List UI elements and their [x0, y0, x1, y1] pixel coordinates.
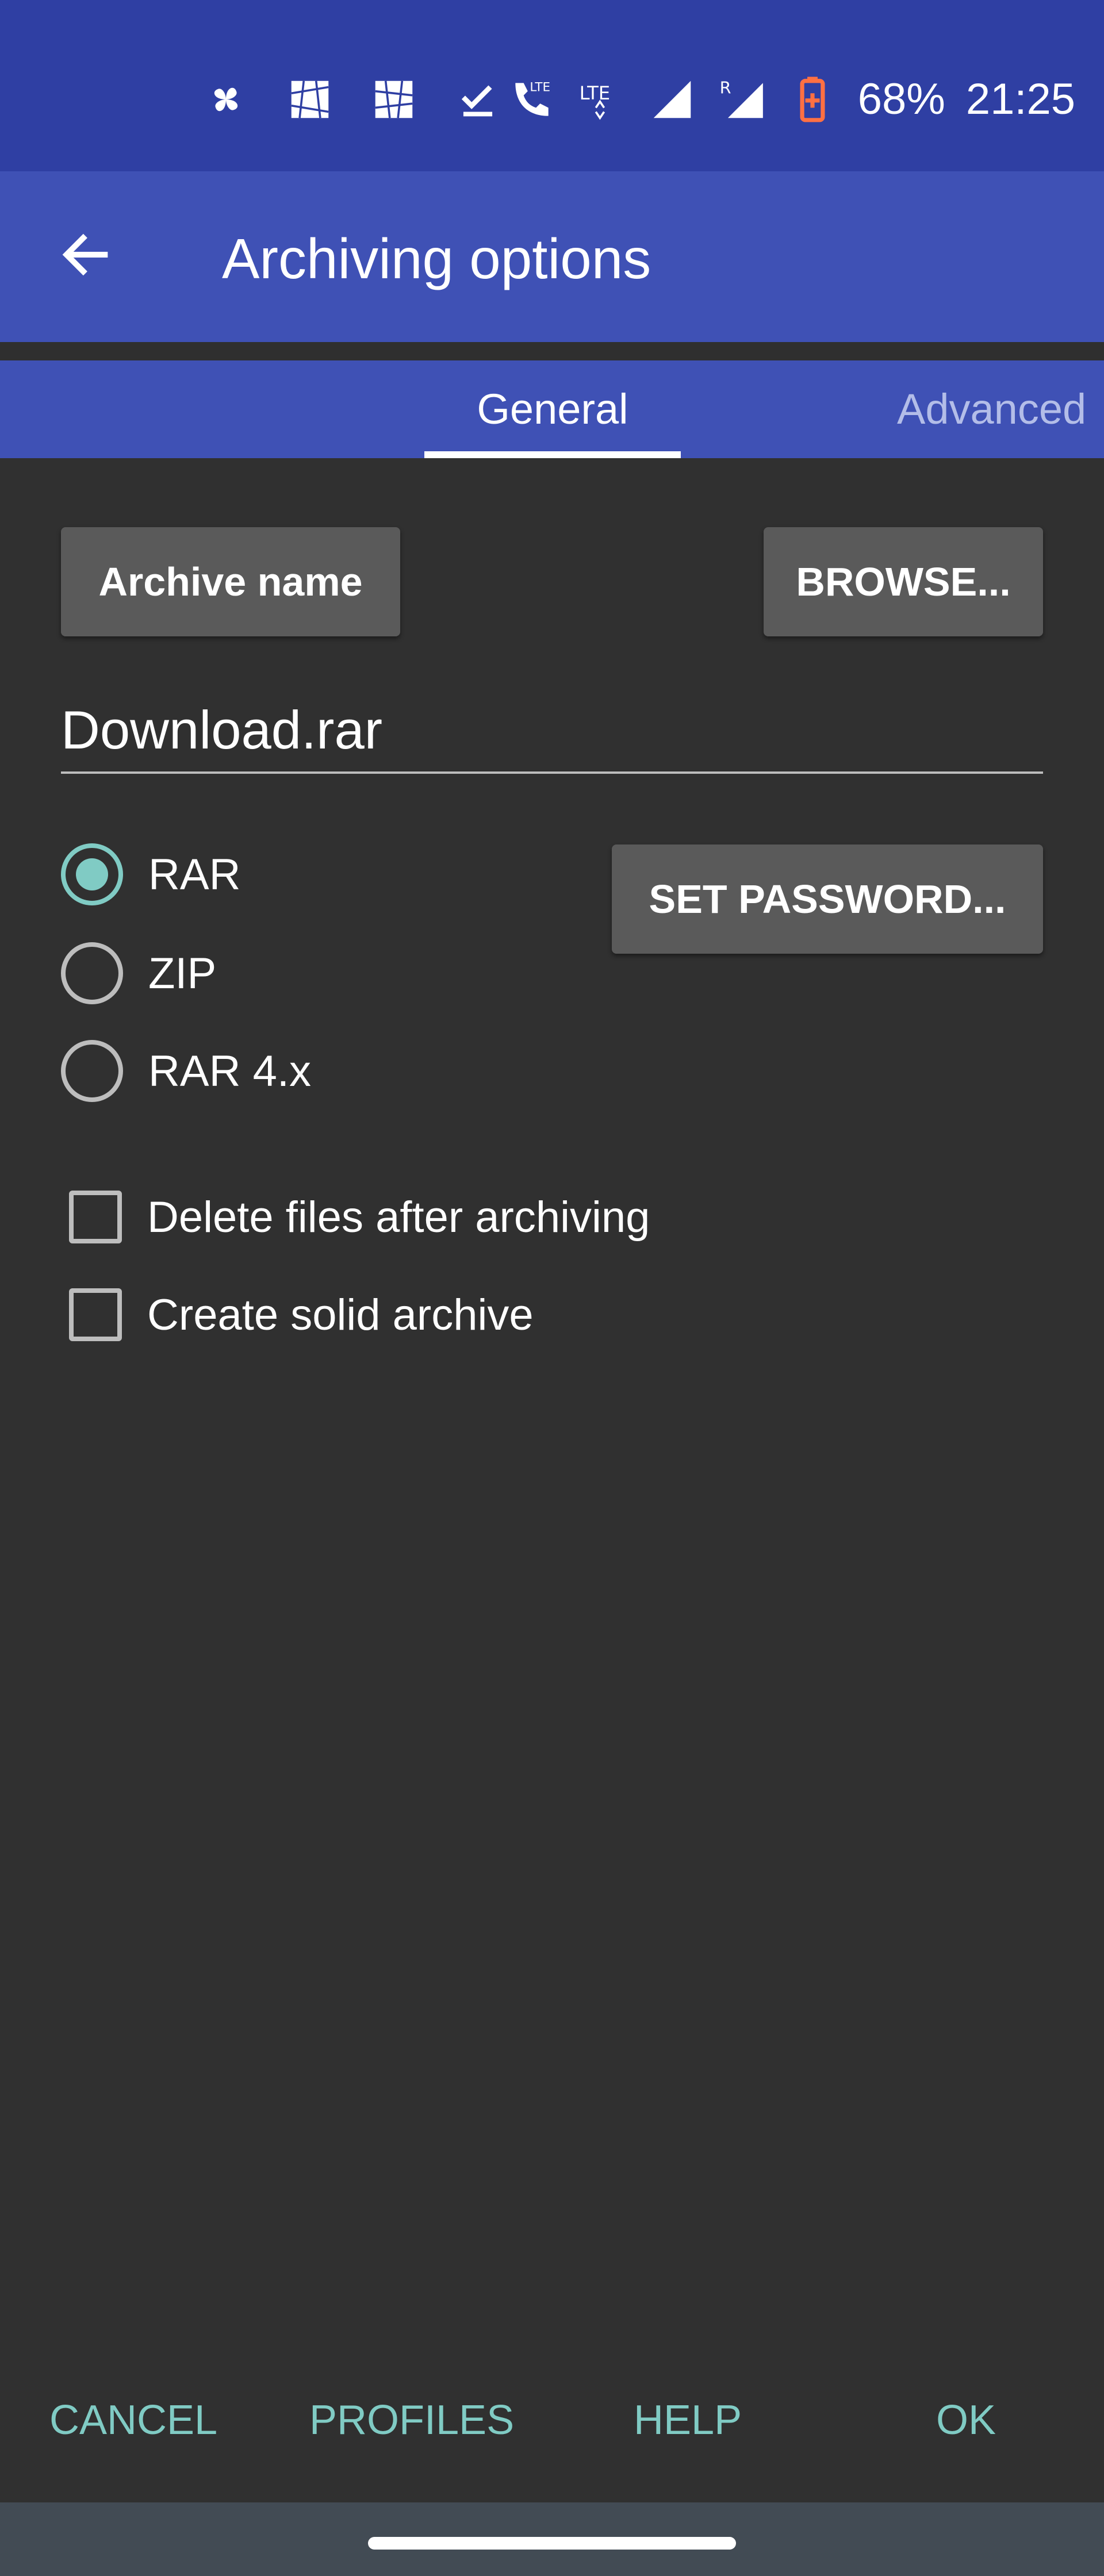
- tab-general[interactable]: General: [424, 360, 681, 458]
- delete-files-option[interactable]: Delete files after archiving: [61, 1180, 650, 1254]
- radio-label: RAR: [148, 850, 241, 899]
- svg-text:R: R: [719, 78, 731, 97]
- radio-button[interactable]: [61, 1040, 123, 1102]
- clock: 21:25: [965, 75, 1075, 124]
- battery-saver-icon: [800, 76, 825, 122]
- svg-text:LTE: LTE: [530, 80, 550, 95]
- checkbox[interactable]: [69, 1288, 122, 1341]
- help-button[interactable]: HELP: [634, 2380, 742, 2460]
- svg-text:LTE: LTE: [579, 82, 610, 104]
- radio-button[interactable]: [61, 942, 123, 1004]
- cancel-button[interactable]: CANCEL: [49, 2380, 217, 2460]
- roaming-signal-icon: R: [719, 78, 763, 118]
- format-radio-rar4[interactable]: RAR 4.x: [61, 1034, 311, 1108]
- checkbox[interactable]: [69, 1191, 122, 1243]
- tab-indicator: [424, 451, 681, 458]
- photo-icon: [291, 80, 329, 118]
- tab-bar: General Advanced: [0, 360, 1104, 458]
- solid-archive-option[interactable]: Create solid archive: [61, 1277, 534, 1352]
- battery-percent: 68%: [857, 75, 945, 124]
- page-title: Archiving options: [222, 227, 651, 290]
- divider: [0, 342, 1104, 360]
- navigation-bar: [0, 2502, 1104, 2576]
- photo-icon: [375, 80, 413, 118]
- signal-icon: [653, 80, 691, 118]
- lte-icon: LTE: [579, 82, 610, 120]
- app-bar: Archiving options: [0, 171, 1104, 342]
- profiles-button[interactable]: PROFILES: [309, 2380, 514, 2460]
- tab-label: General: [477, 385, 628, 433]
- set-password-button[interactable]: SET PASSWORD...: [612, 844, 1043, 954]
- home-handle[interactable]: [368, 2537, 736, 2550]
- browse-button[interactable]: BROWSE...: [764, 527, 1043, 636]
- radio-label: ZIP: [148, 949, 217, 998]
- volte-call-icon: LTE: [515, 80, 550, 116]
- checkmark-icon: [461, 85, 493, 117]
- checkbox-label: Create solid archive: [147, 1290, 534, 1339]
- system-status: LTE LTE R 68% 21:25: [507, 62, 1075, 137]
- checkbox-label: Delete files after archiving: [147, 1192, 650, 1242]
- arrow-left-icon: [62, 233, 108, 276]
- format-radio-rar[interactable]: RAR: [61, 837, 240, 912]
- archive-name-input[interactable]: Download.rar: [61, 696, 1043, 774]
- ok-button[interactable]: OK: [936, 2380, 996, 2460]
- notification-icons: [201, 62, 503, 137]
- back-button[interactable]: [48, 217, 123, 292]
- format-radio-zip[interactable]: ZIP: [61, 936, 216, 1011]
- archive-name-button[interactable]: Archive name: [61, 527, 400, 636]
- radio-button[interactable]: [61, 843, 123, 905]
- pinwheel-icon: [214, 87, 238, 112]
- tab-advanced[interactable]: Advanced: [897, 360, 1086, 458]
- tab-label: Advanced: [897, 385, 1087, 433]
- status-bar: LTE LTE R 68% 21:25: [0, 0, 1104, 171]
- radio-label: RAR 4.x: [148, 1046, 311, 1096]
